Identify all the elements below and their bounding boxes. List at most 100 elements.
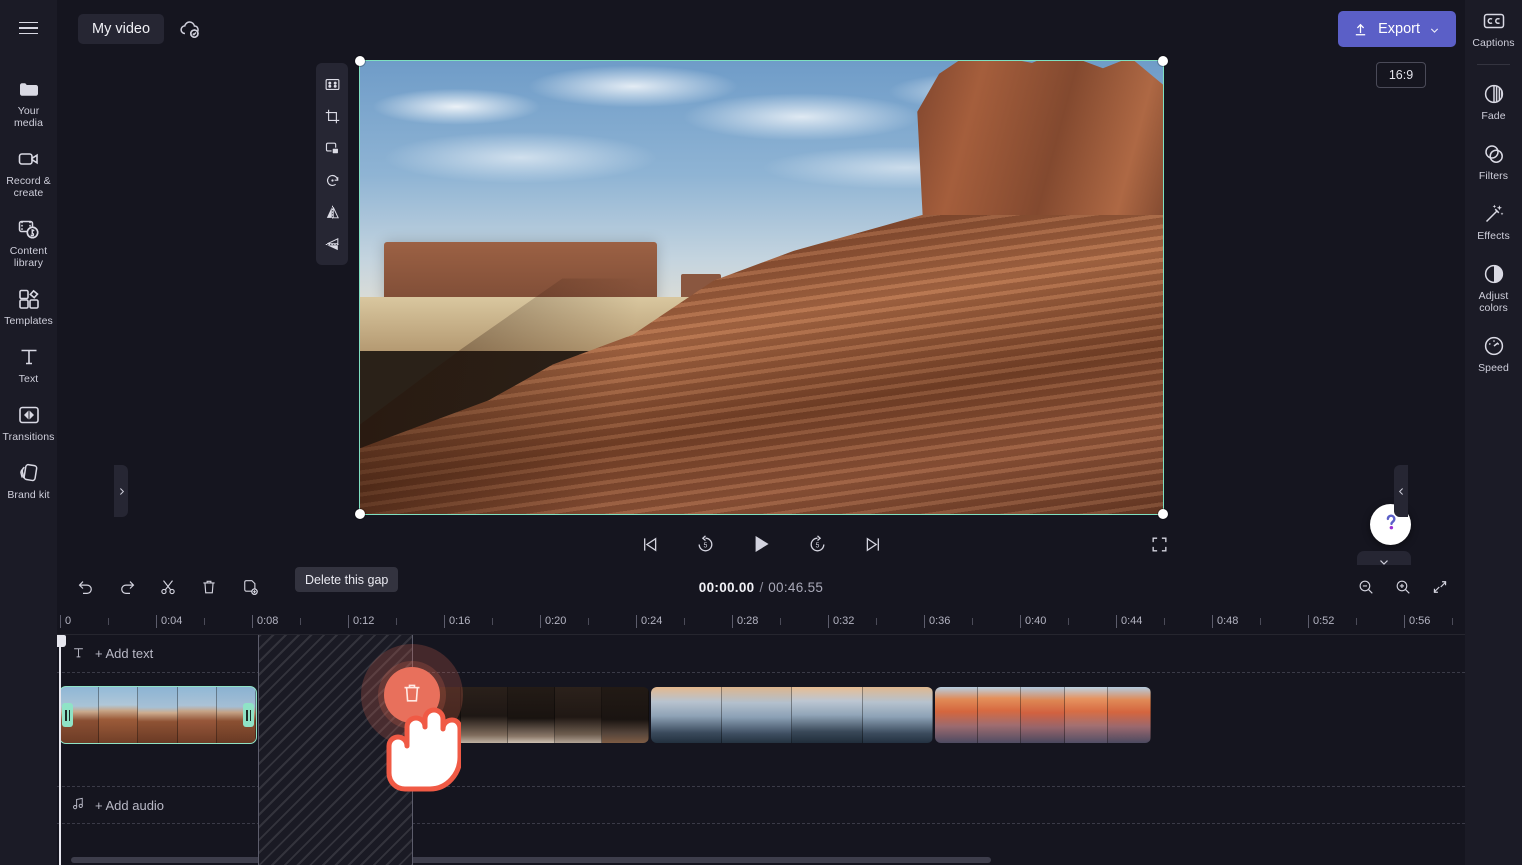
ruler-tick-label: 0 [65, 615, 72, 627]
ruler-tick [1020, 615, 1021, 628]
ruler-tick-label: 0:32 [833, 615, 855, 627]
sidebar-item-templates[interactable]: Templates [0, 280, 57, 333]
sidebar-item-adjust-colors[interactable]: Adjust colors [1465, 253, 1522, 320]
export-button[interactable]: Export [1338, 11, 1456, 47]
timeline-clip-canyon[interactable] [59, 686, 257, 744]
timeline-clip-sunset[interactable] [935, 687, 1151, 743]
video-canvas[interactable] [355, 56, 1168, 519]
ruler-tick-minor [1068, 618, 1069, 625]
upload-icon [1352, 21, 1369, 38]
redo-icon[interactable] [111, 572, 142, 603]
fullscreen-icon[interactable] [1142, 520, 1176, 568]
playhead-knob[interactable] [57, 635, 66, 647]
skip-previous-icon[interactable] [632, 527, 666, 561]
templates-icon [17, 287, 41, 311]
zoom-out-icon[interactable] [1350, 572, 1381, 603]
play-button[interactable] [744, 527, 778, 561]
duplicate-icon[interactable] [234, 572, 265, 603]
ruler-tick-label: 0:12 [353, 615, 375, 627]
rewind-5-icon[interactable]: 5 [688, 527, 722, 561]
ruler-tick-minor [780, 618, 781, 625]
picture-in-picture-icon[interactable] [318, 134, 346, 162]
sidebar-item-captions[interactable]: Captions [1465, 0, 1522, 55]
sidebar-item-brand-kit[interactable]: Brand kit [0, 454, 57, 507]
rotate-icon[interactable] [318, 166, 346, 194]
add-text-row[interactable]: + Add text [57, 645, 153, 663]
flip-horizontal-icon[interactable] [318, 198, 346, 226]
flip-vertical-icon[interactable] [318, 230, 346, 258]
svg-text:5: 5 [815, 542, 819, 549]
hand-pointer-icon [375, 685, 463, 795]
add-audio-row[interactable]: + Add audio [57, 796, 164, 814]
sidebar-item-effects[interactable]: Effects [1465, 193, 1522, 248]
ruler-tick [636, 615, 637, 628]
clip-trim-handle-left[interactable] [62, 703, 73, 727]
ruler-tick-label: 0:24 [641, 615, 663, 627]
clip-trim-handle-right[interactable] [243, 703, 254, 727]
ruler-tick-label: 0:20 [545, 615, 567, 627]
video-preview-frame[interactable] [359, 60, 1164, 515]
scissors-icon[interactable] [152, 572, 183, 603]
timeline-playhead[interactable] [57, 635, 66, 865]
ruler-tick-minor [972, 618, 973, 625]
ruler-tick [1308, 615, 1309, 628]
ruler-tick-minor [1452, 618, 1453, 625]
sidebar-item-speed[interactable]: Speed [1465, 325, 1522, 380]
trash-icon[interactable] [193, 572, 224, 603]
sidebar-item-label: Brand kit [7, 489, 50, 501]
text-icon [17, 345, 41, 369]
ruler-tick [924, 615, 925, 628]
canvas-tool-strip [316, 63, 348, 265]
tooltip-delete-gap: Delete this gap [295, 567, 399, 592]
resize-handle-top-left[interactable] [355, 56, 365, 66]
ruler-tick-label: 0:36 [929, 615, 951, 627]
ruler-tick-minor [300, 618, 301, 625]
fit-screen-icon[interactable] [1424, 572, 1455, 603]
timeline-clip-sky[interactable] [651, 687, 933, 743]
ruler-tick-minor [396, 618, 397, 625]
sidebar-item-filters[interactable]: Filters [1465, 133, 1522, 188]
menu-icon[interactable] [9, 8, 49, 48]
timeline-ruler[interactable]: 0 0:04 0:08 0:12 0:16 0:20 0:24 0:28 0:32 0:36 0:4… [57, 609, 1465, 635]
current-time: 00:00.00 [698, 579, 755, 595]
zoom-in-icon[interactable] [1387, 572, 1418, 603]
sidebar-item-label: Templates [4, 315, 53, 327]
ruler-tick-minor [492, 618, 493, 625]
ruler-tick-label: 0:48 [1217, 615, 1239, 627]
sidebar-item-record-create[interactable]: Record & create [0, 140, 57, 205]
forward-5-icon[interactable]: 5 [800, 527, 834, 561]
timeline-zoom-controls [1350, 565, 1455, 609]
fit-to-frame-icon[interactable] [318, 70, 346, 98]
expand-right-panel-button[interactable] [1394, 465, 1408, 517]
sidebar-item-label: Your media [13, 105, 44, 129]
sidebar-item-text[interactable]: Text [0, 338, 57, 391]
ruler-tick-minor [108, 618, 109, 625]
music-note-icon [71, 796, 86, 814]
speedometer-icon [1482, 334, 1506, 358]
top-bar: My video Export [57, 0, 1465, 58]
sidebar-item-label: Speed [1478, 362, 1509, 374]
undo-icon[interactable] [70, 572, 101, 603]
sidebar-item-label: Filters [1478, 170, 1509, 182]
sidebar-item-your-media[interactable]: Your media [0, 70, 57, 135]
resize-handle-bottom-left[interactable] [355, 509, 365, 519]
aspect-ratio-badge[interactable]: 16:9 [1376, 62, 1426, 88]
project-title-input[interactable]: My video [78, 14, 165, 44]
crop-icon[interactable] [318, 102, 346, 130]
resize-handle-bottom-right[interactable] [1158, 509, 1168, 519]
timeline: 00:00.00 / 00:46.55 Delete this gap 0 0:0… [57, 565, 1465, 865]
ruler-tick [1404, 615, 1405, 628]
expand-left-panel-button[interactable] [114, 465, 128, 517]
clipchamp-editor: Your media Record & create Content libra… [0, 0, 1522, 865]
contrast-icon [1482, 262, 1506, 286]
sidebar-item-transitions[interactable]: Transitions [0, 396, 57, 449]
sidebar-item-fade[interactable]: Fade [1465, 73, 1522, 128]
skip-next-icon[interactable] [856, 527, 890, 561]
cloud-saved-icon[interactable] [178, 17, 202, 41]
playback-controls: 5 5 [57, 520, 1465, 568]
sidebar-item-content-library[interactable]: Content library [0, 210, 57, 275]
resize-handle-top-right[interactable] [1158, 56, 1168, 66]
ruler-tick [1116, 615, 1117, 628]
timeline-scrollbar-thumb[interactable] [71, 857, 991, 863]
sidebar-divider [1477, 64, 1510, 65]
